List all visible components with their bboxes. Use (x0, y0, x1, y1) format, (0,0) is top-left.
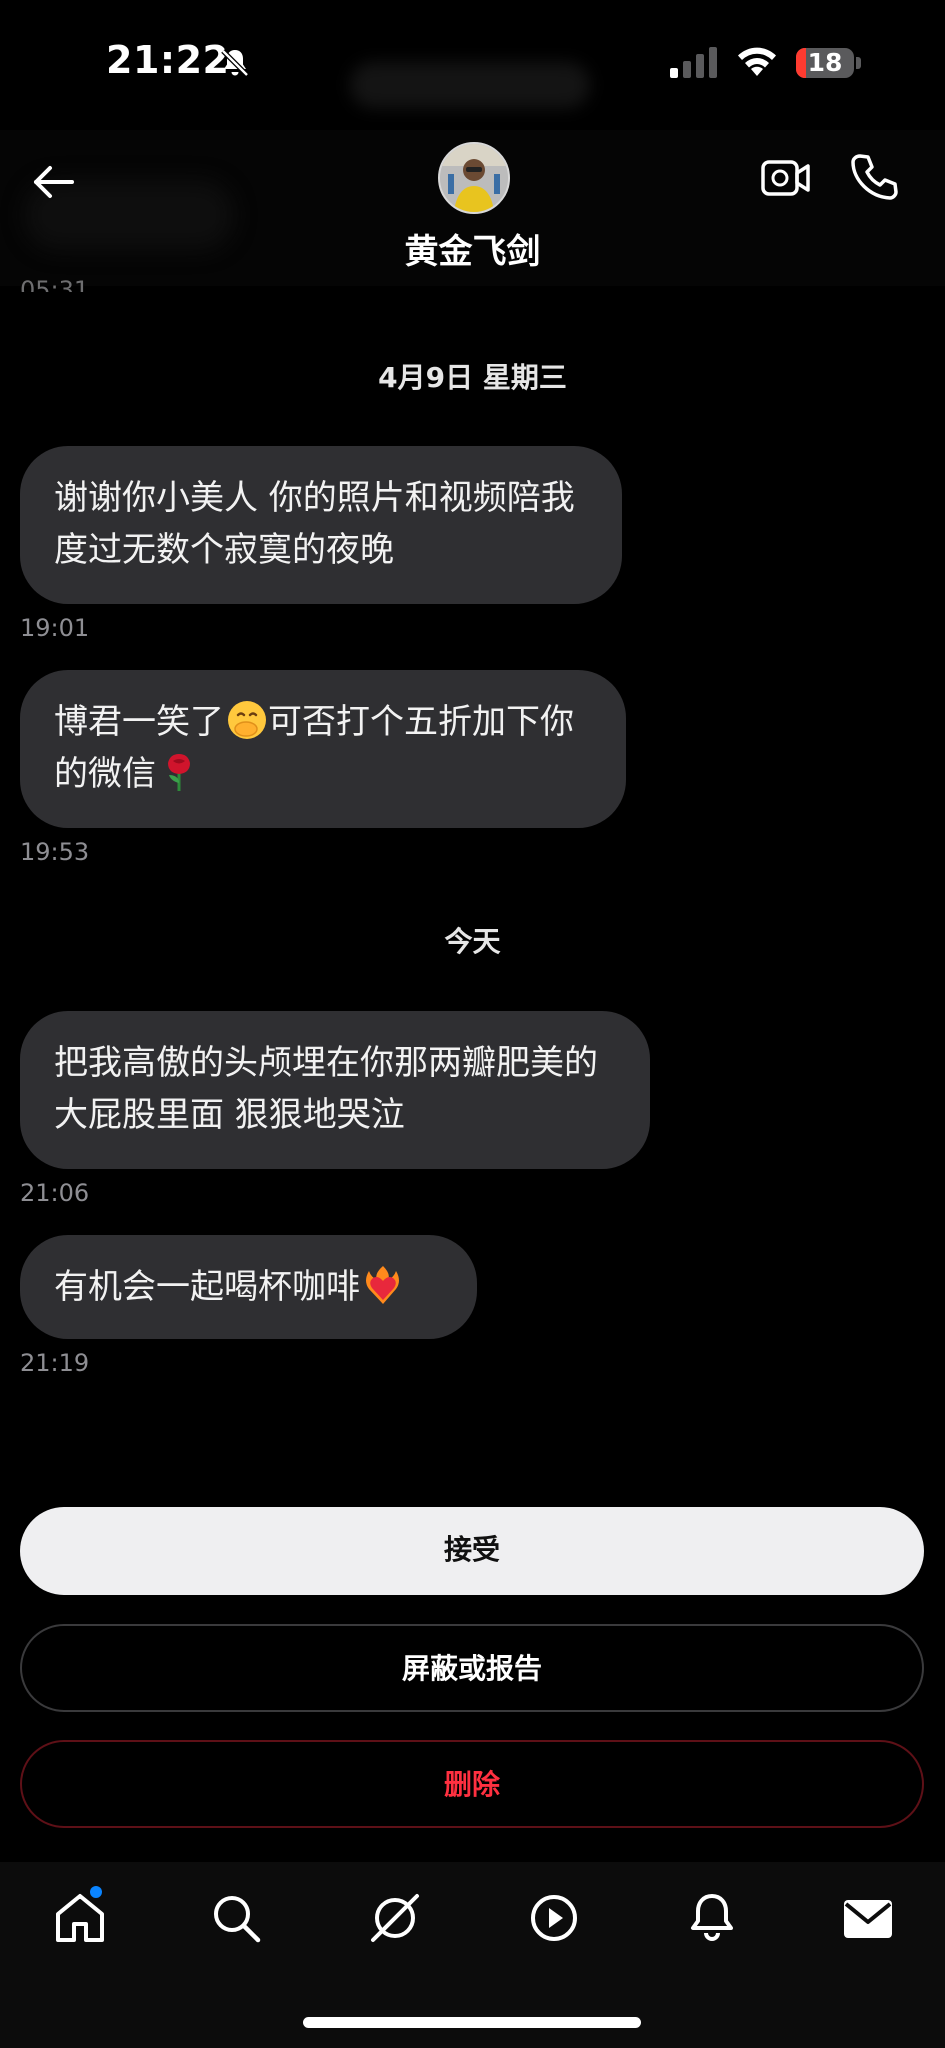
date-separator: 4月9日 星期三 (378, 361, 567, 394)
status-bar: 21:22 18 (0, 0, 945, 130)
home-indicator[interactable] (303, 2017, 641, 2028)
message-text: 博君一笑了 (54, 702, 224, 742)
date-separator: 今天 (444, 925, 501, 958)
home-icon[interactable] (52, 1890, 108, 1946)
message-timestamp-clipped: 05:31 (20, 276, 90, 292)
inbox-mail-icon[interactable] (840, 1890, 896, 1946)
message-timestamp: 19:01 (20, 614, 90, 642)
message-text: 谢谢你小美人 你的照片和视频陪我度过无数个寂寞的夜晚 (54, 478, 575, 570)
delete-button[interactable]: 删除 (20, 1740, 924, 1828)
message-timestamp: 19:53 (20, 838, 90, 866)
battery-nub (856, 57, 861, 69)
accept-button[interactable]: 接受 (20, 1507, 924, 1595)
blurred-region (350, 62, 590, 108)
message-timestamp: 21:19 (20, 1349, 90, 1377)
message-bubble[interactable]: 谢谢你小美人 你的照片和视频陪我度过无数个寂寞的夜晚 (20, 446, 622, 604)
explore-compass-icon[interactable] (367, 1890, 423, 1946)
message-bubble[interactable]: 把我高傲的头颅埋在你那两瓣肥美的大屁股里面 狠狠地哭泣 (20, 1011, 650, 1169)
notifications-bell-icon[interactable] (684, 1890, 740, 1946)
message-bubble[interactable]: 有机会一起喝杯咖啡 (20, 1235, 477, 1339)
rose-emoji (168, 754, 190, 791)
search-icon[interactable] (208, 1890, 264, 1946)
back-arrow-icon[interactable] (28, 156, 80, 208)
cellular-signal-icon (670, 47, 717, 78)
message-text: 把我高傲的头颅埋在你那两瓣肥美的大屁股里面 狠狠地哭泣 (54, 1043, 598, 1135)
message-timestamp: 21:06 (20, 1179, 90, 1207)
video-call-icon[interactable] (760, 154, 812, 202)
bell-muted-icon (221, 49, 249, 77)
battery-icon: 18 (796, 48, 854, 78)
phone-call-icon[interactable] (850, 152, 898, 202)
avatar[interactable] (438, 142, 510, 214)
block-or-report-button[interactable]: 屏蔽或报告 (20, 1624, 924, 1712)
face-with-hand-over-mouth-emoji (228, 701, 266, 739)
message-bubble[interactable]: 博君一笑了 可否打个五折加下你的微信 (20, 670, 626, 828)
heart-on-fire-emoji (366, 1266, 399, 1304)
battery-percentage: 18 (807, 48, 843, 77)
reels-play-icon[interactable] (526, 1890, 582, 1946)
notification-badge (90, 1886, 102, 1898)
message-text: 有机会一起喝杯咖啡 (54, 1267, 360, 1307)
contact-name[interactable]: 黄金飞剑 (0, 224, 945, 273)
status-time: 21:22 (106, 38, 230, 82)
wifi-icon (738, 47, 776, 76)
avatar-photo (440, 144, 508, 212)
